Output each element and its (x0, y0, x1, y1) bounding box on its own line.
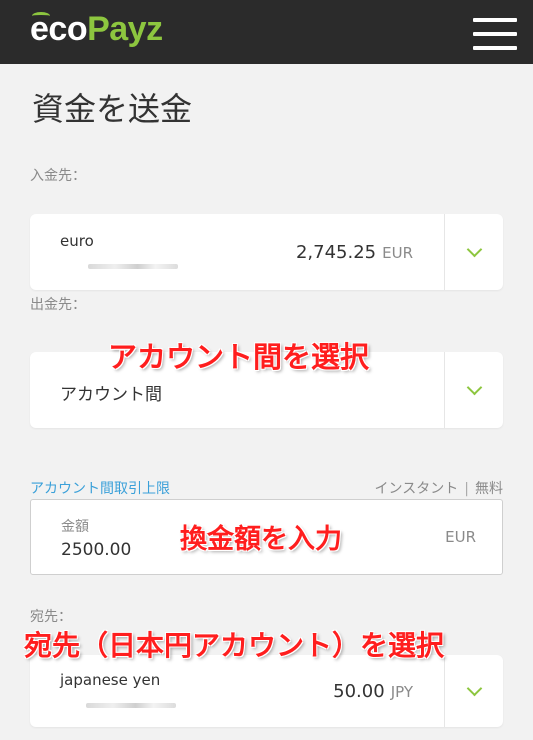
amount-label: 金額 (61, 519, 89, 535)
dest-field-label: 宛先： (30, 609, 72, 625)
chevron-down-icon[interactable] (445, 352, 503, 428)
dest-balance-currency: JPY (390, 683, 413, 701)
dest-balance-amount: 50.00 (333, 681, 385, 702)
from-account-balance: 2,745.25 EUR (296, 242, 413, 263)
dest-account-name: japanese yen (60, 671, 161, 689)
amount-input[interactable]: 金額 2500.00 EUR (30, 499, 503, 575)
top-bar: ecoPayz (0, 0, 533, 64)
from-account-select[interactable]: euro 2,745.25 EUR (30, 214, 503, 290)
page-title: 資金を送金 (32, 90, 193, 128)
chevron-down-icon[interactable] (445, 214, 503, 290)
transfer-type-value: アカウント間 (60, 385, 162, 405)
chevron-down-icon[interactable] (445, 655, 503, 727)
transfer-fee: 無料 (475, 481, 503, 497)
logo-swoosh-icon (32, 12, 50, 20)
from-field-label: 入金先： (30, 168, 86, 184)
dest-account-select[interactable]: japanese yen 50.00 JPY (30, 655, 503, 727)
transfer-info: インスタント | 無料 (375, 478, 503, 498)
dest-account-balance: 50.00 JPY (333, 681, 413, 702)
amount-value[interactable]: 2500.00 (61, 540, 131, 560)
ecopayz-logo[interactable]: ecoPayz (30, 10, 163, 49)
transfer-speed: インスタント (374, 481, 459, 497)
from-account-id-redacted (88, 264, 178, 269)
logo-payz-text: Payz (87, 10, 163, 48)
from-balance-amount: 2,745.25 (295, 242, 377, 263)
transfer-type-select[interactable]: アカウント間 (30, 352, 503, 428)
from-balance-currency: EUR (382, 244, 413, 262)
info-separator: | (464, 481, 469, 497)
dest-account-id-redacted (86, 703, 176, 708)
transfer-limit-link[interactable]: アカウント間取引上限 (30, 478, 170, 498)
amount-currency: EUR (445, 528, 476, 546)
to-field-label: 出金先： (30, 297, 86, 313)
hamburger-menu-icon[interactable] (473, 18, 517, 50)
from-account-name: euro (60, 232, 94, 250)
